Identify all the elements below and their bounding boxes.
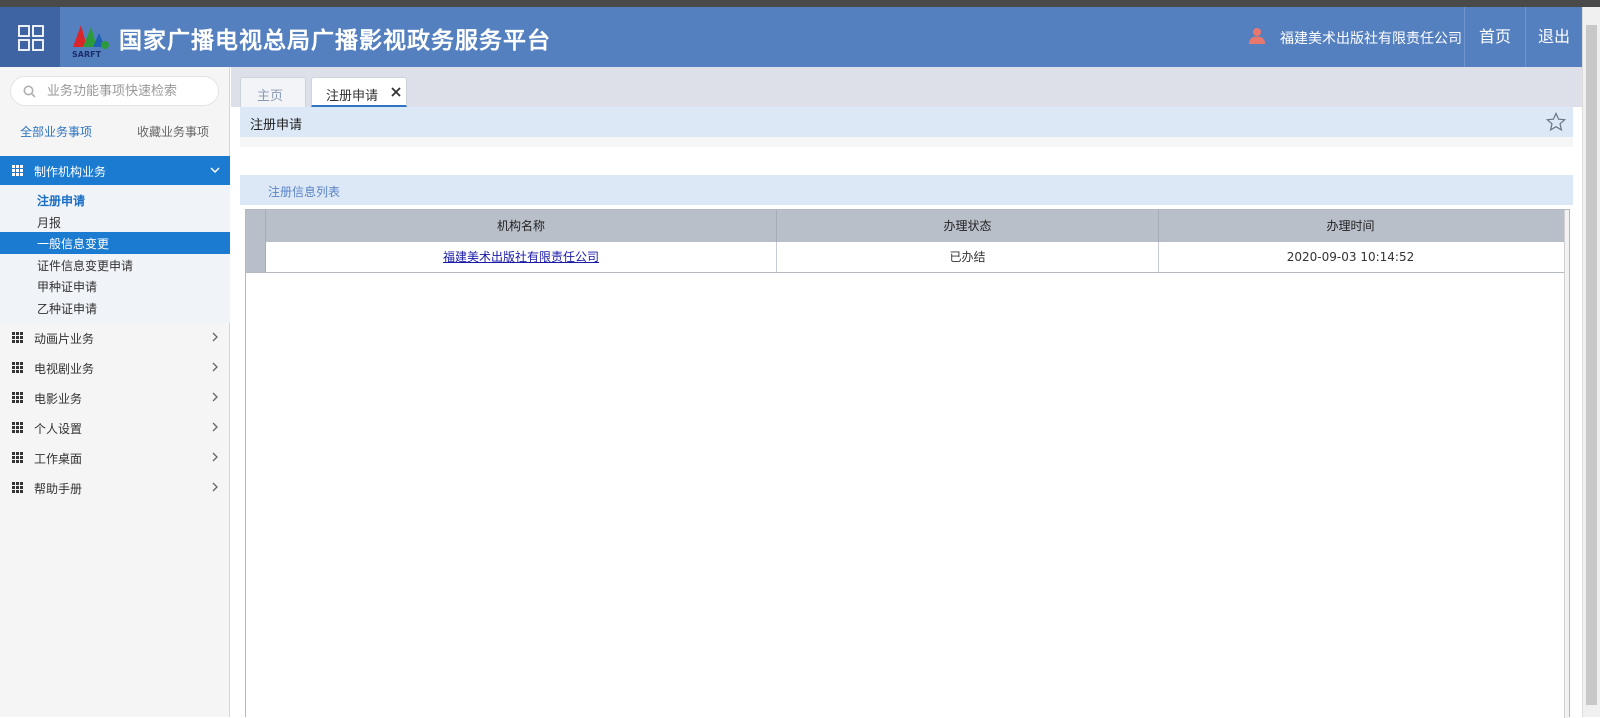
close-icon[interactable]	[391, 87, 401, 97]
column-header-time[interactable]: 办理时间	[1159, 210, 1542, 242]
top-header: SARFT 国家广播电视总局广播影视政务服务平台 福建美术出版社有限责任公司 首…	[0, 7, 1582, 67]
row-number-cell	[246, 242, 266, 272]
status-cell: 已办结	[777, 242, 1159, 272]
site-title: 国家广播电视总局广播影视政务服务平台	[119, 28, 551, 54]
sidebar-item-certificate-change[interactable]: 证件信息变更申请	[0, 254, 230, 276]
grid-icon	[12, 392, 23, 403]
sidebar-item-class-a-license[interactable]: 甲种证申请	[0, 275, 230, 297]
sidebar-group-personal-settings[interactable]: 个人设置	[0, 413, 230, 442]
sidebar-group-production[interactable]: 制作机构业务	[0, 156, 230, 185]
home-link[interactable]: 首页	[1464, 7, 1525, 67]
page-scrollbar-thumb[interactable]	[1586, 25, 1597, 705]
tab-bar: 主页 注册申请	[231, 67, 1582, 107]
table-scrollbar[interactable]	[1564, 210, 1569, 718]
sidebar-item-monthly-report[interactable]: 月报	[0, 211, 230, 233]
sidebar-group-label: 电视剧业务	[34, 362, 95, 376]
sidebar-group-film[interactable]: 电影业务	[0, 383, 230, 412]
page-title-bar: 注册申请	[240, 107, 1573, 137]
grid-icon	[12, 482, 23, 493]
grid-icon	[12, 362, 23, 373]
sidebar-group-animation[interactable]: 动画片业务	[0, 323, 230, 352]
org-name-cell: 福建美术出版社有限责任公司	[266, 242, 777, 272]
sidebar-item-general-change[interactable]: 一般信息变更	[0, 232, 230, 254]
tab-all-business[interactable]: 全部业务事项	[20, 123, 92, 140]
search-input[interactable]	[47, 82, 212, 100]
app-grid-menu-button[interactable]	[0, 7, 60, 67]
sidebar-item-label: 证件信息变更申请	[37, 259, 134, 273]
sidebar-group-label: 帮助手册	[34, 482, 83, 496]
search-icon	[23, 85, 36, 98]
sidebar-item-label: 一般信息变更	[37, 237, 110, 251]
chevron-right-icon	[212, 452, 218, 462]
sidebar-group-label: 电影业务	[34, 392, 83, 406]
time-cell: 2020-09-03 10:14:52	[1286, 250, 1415, 264]
user-name: 福建美术出版社有限责任公司	[1280, 31, 1462, 47]
grid-icon	[12, 332, 23, 343]
sidebar-group-help-manual[interactable]: 帮助手册	[0, 473, 230, 502]
chevron-right-icon	[212, 482, 218, 492]
org-name-link[interactable]: 福建美术出版社有限责任公司	[443, 250, 599, 264]
tab-register[interactable]: 注册申请	[311, 77, 407, 107]
toolbar-area	[240, 147, 1573, 175]
sidebar-group-tv-drama[interactable]: 电视剧业务	[0, 353, 230, 382]
star-icon[interactable]	[1546, 112, 1566, 132]
registration-table: 机构名称 办理状态 办理时间 福建美术出版社有限责任公司 已办结 2020-09…	[245, 209, 1570, 718]
grid-icon	[12, 422, 23, 433]
section-title: 注册信息列表	[268, 185, 341, 199]
sidebar-group-workbench[interactable]: 工作桌面	[0, 443, 230, 472]
sidebar-item-label: 乙种证申请	[37, 302, 98, 316]
app-grid-icon	[18, 25, 44, 51]
sidebar-group-label: 工作桌面	[34, 452, 83, 466]
grid-icon	[12, 165, 23, 176]
user-icon	[1249, 28, 1265, 44]
row-number-header	[246, 210, 266, 242]
column-header-status[interactable]: 办理状态	[777, 210, 1159, 242]
logout-link[interactable]: 退出	[1525, 7, 1582, 67]
section-header: 注册信息列表	[240, 175, 1573, 205]
tab-label: 注册申请	[326, 89, 379, 104]
chevron-right-icon	[212, 392, 218, 402]
tab-home[interactable]: 主页	[240, 77, 306, 107]
sidebar-group-label: 动画片业务	[34, 332, 95, 346]
grid-icon	[12, 452, 23, 463]
table-header: 机构名称 办理状态 办理时间	[246, 210, 1569, 242]
sidebar-submenu: 注册申请 月报 一般信息变更 证件信息变更申请 甲种证申请 乙种证申请	[0, 185, 230, 323]
chevron-right-icon	[212, 362, 218, 372]
sidebar: 全部业务事项 收藏业务事项 制作机构业务 注册申请 月报 一般信息变更 证件信息…	[0, 67, 230, 717]
sidebar-group-label: 个人设置	[34, 422, 83, 436]
chevron-right-icon	[212, 422, 218, 432]
column-header-org-name[interactable]: 机构名称	[266, 210, 777, 242]
spacer	[240, 137, 1573, 147]
sidebar-item-class-b-license[interactable]: 乙种证申请	[0, 297, 230, 319]
sidebar-item-register[interactable]: 注册申请	[0, 189, 230, 211]
sidebar-group-label: 制作机构业务	[34, 165, 107, 179]
sidebar-item-label: 月报	[37, 216, 62, 230]
svg-text:SARFT: SARFT	[72, 50, 102, 59]
tab-label: 主页	[257, 89, 284, 104]
page-title: 注册申请	[250, 118, 303, 133]
sidebar-item-label: 注册申请	[37, 194, 86, 208]
chevron-right-icon	[212, 332, 218, 342]
table-row[interactable]: 福建美术出版社有限责任公司 已办结 2020-09-03 10:14:52	[246, 242, 1569, 273]
tab-favorite-business[interactable]: 收藏业务事项	[137, 123, 209, 140]
sidebar-item-label: 甲种证申请	[37, 280, 98, 294]
chevron-down-icon	[210, 167, 220, 174]
sidebar-search	[10, 76, 219, 106]
sarft-logo: SARFT	[72, 25, 109, 59]
main-content: 主页 注册申请 注册申请 注册信息列表 机构名称 办理状态 办理时间 福建美术出…	[231, 67, 1582, 718]
page-scrollbar[interactable]	[1582, 7, 1600, 717]
window-top-strip	[0, 0, 1600, 7]
